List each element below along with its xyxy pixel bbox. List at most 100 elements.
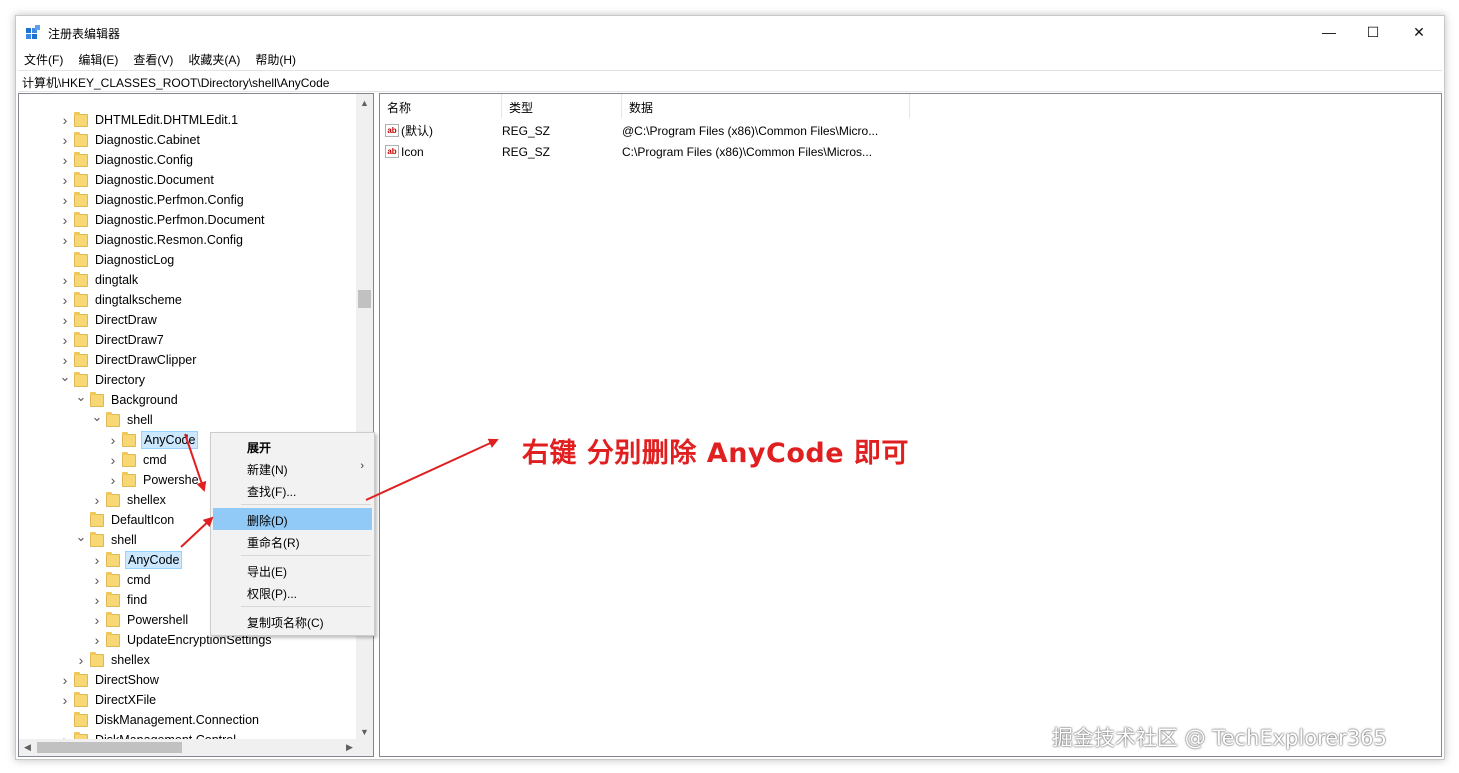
chevron-right-icon[interactable]: ›: [91, 590, 103, 610]
chevron-right-icon[interactable]: ›: [107, 430, 119, 450]
hscroll-thumb[interactable]: [37, 742, 182, 753]
chevron-right-icon[interactable]: ›: [59, 330, 71, 350]
menu-help[interactable]: 帮助(H): [247, 49, 303, 69]
tree-node[interactable]: › shellex: [75, 650, 152, 670]
tree-vertical-scrollbar[interactable]: ▲ ▼: [356, 94, 373, 740]
tree-node[interactable]: › Diagnostic.Resmon.Config: [59, 230, 245, 250]
chevron-right-icon[interactable]: ›: [75, 650, 87, 670]
chevron-right-icon[interactable]: ›: [59, 190, 71, 210]
value-row-default[interactable]: ab (默认) REG_SZ @C:\Program Files (x86)\C…: [385, 120, 878, 141]
registry-tree-pane[interactable]: › DHTMLEdit.DHTMLEdit.1 › Diagnostic.Cabine…: [18, 93, 374, 757]
tree-node[interactable]: › Powershe: [107, 470, 201, 490]
folder-icon: [74, 171, 88, 187]
chevron-down-icon[interactable]: ⌄: [91, 407, 103, 427]
address-bar[interactable]: 计算机\HKEY_CLASSES_ROOT\Directory\shell\An…: [18, 70, 1442, 92]
tree-node-label: DirectDraw7: [95, 333, 164, 347]
menu-item-new-label: 新建(N): [247, 463, 288, 477]
chevron-right-icon[interactable]: ›: [91, 630, 103, 650]
chevron-right-icon[interactable]: ›: [107, 470, 119, 490]
tree-node[interactable]: › DirectXFile: [59, 690, 158, 710]
tree-node[interactable]: › Powershell: [91, 610, 190, 630]
chevron-down-icon[interactable]: ⌄: [75, 527, 87, 547]
menu-item-expand[interactable]: 展开: [213, 435, 372, 457]
tree-node[interactable]: › dingtalkscheme: [59, 290, 184, 310]
tree-horizontal-scrollbar[interactable]: ◀ ▶: [19, 739, 358, 756]
tree-node[interactable]: › DirectShow: [59, 670, 161, 690]
maximize-button[interactable]: ☐: [1350, 16, 1396, 48]
menu-view[interactable]: 查看(V): [125, 49, 180, 69]
value-row-icon[interactable]: ab Icon REG_SZ C:\Program Files (x86)\Co…: [385, 141, 872, 162]
chevron-right-icon[interactable]: ›: [59, 150, 71, 170]
tree-node-label: DirectXFile: [95, 693, 157, 707]
scroll-up-icon[interactable]: ▲: [356, 94, 373, 111]
chevron-right-icon[interactable]: ›: [59, 670, 71, 690]
chevron-right-icon[interactable]: ›: [59, 290, 71, 310]
menu-bar: 文件(F) 编辑(E) 查看(V) 收藏夹(A) 帮助(H): [16, 49, 1444, 69]
menu-item-rename[interactable]: 重命名(R): [213, 530, 372, 552]
tree-node[interactable]: DefaultIcon: [75, 510, 176, 530]
menu-item-permissions[interactable]: 权限(P)...: [213, 581, 372, 603]
tree-node[interactable]: ⌄ shell: [91, 407, 155, 430]
chevron-right-icon[interactable]: ›: [59, 130, 71, 150]
chevron-right-icon[interactable]: ›: [59, 210, 71, 230]
chevron-right-icon[interactable]: ›: [59, 310, 71, 330]
tree-node[interactable]: › DirectDraw: [59, 310, 159, 330]
folder-icon: [74, 691, 88, 707]
folder-icon: [74, 711, 88, 727]
tree-node[interactable]: DiskManagement.Connection: [59, 710, 261, 730]
column-data-header[interactable]: 数据: [622, 94, 910, 118]
close-button[interactable]: ✕: [1396, 16, 1442, 48]
tree-node[interactable]: › Diagnostic.Document: [59, 170, 216, 190]
chevron-right-icon[interactable]: ›: [91, 490, 103, 510]
tree-node[interactable]: › shellex: [91, 490, 168, 510]
chevron-right-icon[interactable]: ›: [59, 110, 71, 130]
tree-node[interactable]: DiagnosticLog: [59, 250, 176, 270]
tree-node-label: DirectDraw: [95, 313, 157, 327]
menu-item-find[interactable]: 查找(F)...: [213, 479, 372, 501]
tree-node[interactable]: › DHTMLEdit.DHTMLEdit.1: [59, 110, 240, 130]
chevron-right-icon[interactable]: ›: [59, 270, 71, 290]
tree-node-label: shell: [111, 533, 137, 547]
chevron-down-icon[interactable]: ⌄: [59, 367, 71, 387]
scroll-down-icon[interactable]: ▼: [356, 723, 373, 740]
chevron-down-icon[interactable]: ⌄: [75, 387, 87, 407]
tree-node[interactable]: › cmd: [107, 450, 169, 470]
menu-favorites[interactable]: 收藏夹(A): [180, 49, 247, 69]
chevron-right-icon[interactable]: ›: [107, 450, 119, 470]
menu-edit[interactable]: 编辑(E): [70, 49, 125, 69]
tree-node[interactable]: ⌄ Directory: [59, 367, 147, 390]
tree-node[interactable]: › Diagnostic.Perfmon.Document: [59, 210, 267, 230]
tree-node[interactable]: › dingtalk: [59, 270, 140, 290]
scroll-left-icon[interactable]: ◀: [19, 739, 36, 756]
minimize-button[interactable]: —: [1306, 16, 1352, 48]
menu-item-copy-key-name[interactable]: 复制项名称(C): [213, 610, 372, 632]
tree-node[interactable]: › AnyCode: [107, 430, 199, 450]
folder-icon: [106, 571, 120, 587]
chevron-right-icon[interactable]: ›: [91, 570, 103, 590]
chevron-right-icon[interactable]: ›: [59, 690, 71, 710]
tree-node[interactable]: › Diagnostic.Config: [59, 150, 195, 170]
tree-node[interactable]: › AnyCode: [91, 550, 183, 570]
tree-node[interactable]: › Diagnostic.Perfmon.Config: [59, 190, 246, 210]
menu-file[interactable]: 文件(F): [16, 49, 70, 69]
values-list-pane[interactable]: 名称 类型 数据 ab (默认) REG_SZ @C:\Program File…: [379, 93, 1442, 757]
tree-node[interactable]: › DirectDrawClipper: [59, 350, 198, 370]
tree-node[interactable]: › find: [91, 590, 149, 610]
chevron-right-icon[interactable]: ›: [91, 610, 103, 630]
string-value-icon: ab: [385, 124, 399, 137]
column-name-header[interactable]: 名称: [380, 94, 502, 118]
tree-node[interactable]: ⌄ shell: [75, 527, 139, 550]
chevron-right-icon[interactable]: ›: [59, 170, 71, 190]
column-type-header[interactable]: 类型: [502, 94, 622, 118]
tree-node[interactable]: › DirectDraw7: [59, 330, 166, 350]
menu-item-delete[interactable]: 删除(D): [213, 508, 372, 530]
menu-item-new[interactable]: 新建(N) ›: [213, 457, 372, 479]
menu-item-export[interactable]: 导出(E): [213, 559, 372, 581]
tree-node[interactable]: › Diagnostic.Cabinet: [59, 130, 202, 150]
scroll-thumb[interactable]: [358, 290, 371, 308]
chevron-right-icon[interactable]: ›: [91, 550, 103, 570]
tree-node[interactable]: › cmd: [91, 570, 153, 590]
tree-node-label: cmd: [143, 453, 167, 467]
tree-node-label: DirectShow: [95, 673, 159, 687]
chevron-right-icon[interactable]: ›: [59, 230, 71, 250]
